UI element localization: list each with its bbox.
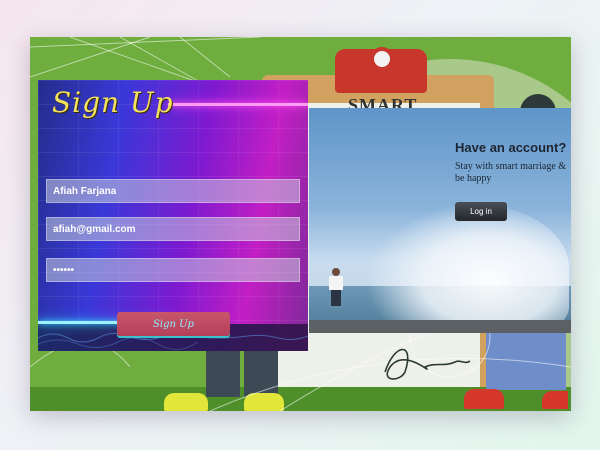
- login-heading: Have an account?: [455, 140, 567, 155]
- signup-panel: Sign Up Sign Up: [38, 80, 308, 351]
- signup-title: Sign Up: [52, 86, 174, 119]
- login-panel: Have an account? Stay with smart marriag…: [309, 108, 571, 333]
- name-field[interactable]: [46, 179, 300, 203]
- login-button[interactable]: Log in: [455, 202, 507, 221]
- signup-button[interactable]: Sign Up: [117, 312, 230, 336]
- neon-light-top: [168, 103, 308, 106]
- signature-illustration: [384, 348, 471, 380]
- brick-texture: [38, 80, 308, 351]
- email-field[interactable]: [46, 217, 300, 241]
- wave-spray: [369, 203, 569, 333]
- app-frame: SMART Sign Up Afiah Farjana afiah@gmail.…: [30, 37, 571, 411]
- login-subtext: Stay with smart marriage & be happy: [455, 161, 567, 184]
- person-illustration: [329, 268, 343, 308]
- rock-shore: [309, 320, 571, 333]
- password-field[interactable]: [46, 258, 300, 282]
